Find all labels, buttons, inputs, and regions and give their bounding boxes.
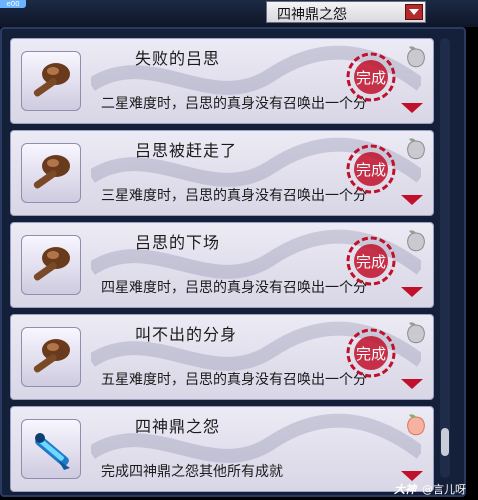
achievement-description: 五星难度时，吕思的真身没有召唤出一个分 bbox=[101, 372, 367, 388]
achievement-icon-frame bbox=[21, 51, 81, 111]
expand-arrow-icon[interactable] bbox=[401, 471, 423, 481]
blue-cannon-icon bbox=[35, 433, 70, 470]
stamp-text: 完成 bbox=[356, 69, 386, 87]
mallet-icon bbox=[33, 247, 70, 281]
achievement-icon-frame bbox=[21, 327, 81, 387]
category-dropdown[interactable]: 四神鼎之怨 bbox=[266, 1, 426, 23]
achievement-description: 四星难度时，吕思的真身没有召唤出一个分 bbox=[101, 280, 367, 296]
expand-arrow-icon[interactable] bbox=[401, 195, 423, 205]
achievement-description: 三星难度时，吕思的真身没有召唤出一个分 bbox=[101, 188, 367, 204]
watermark: 大神 @言儿呀 bbox=[394, 481, 466, 497]
expand-arrow-icon[interactable] bbox=[401, 379, 423, 389]
stamp-text: 完成 bbox=[356, 161, 386, 179]
gray-peach-icon bbox=[407, 138, 425, 160]
stamp-text: 完成 bbox=[356, 345, 386, 363]
gray-peach-icon bbox=[407, 322, 425, 344]
completed-stamp-icon: 完成 bbox=[346, 144, 396, 194]
achievement-card[interactable]: 失败的吕思 二星难度时，吕思的真身没有召唤出一个分 完成 bbox=[10, 38, 434, 124]
scrollbar[interactable] bbox=[440, 38, 450, 478]
achievement-title: 吕思被赶走了 bbox=[135, 141, 238, 160]
achievement-icon-frame bbox=[21, 235, 81, 295]
stamp-text: 完成 bbox=[356, 253, 386, 271]
gray-peach-icon bbox=[407, 230, 425, 252]
level-badge: e00 bbox=[0, 0, 26, 8]
mallet-icon bbox=[33, 63, 70, 97]
completed-stamp-icon: 完成 bbox=[346, 236, 396, 286]
watermark-brand: 大神 bbox=[394, 483, 416, 496]
achievement-title: 四神鼎之怨 bbox=[135, 417, 221, 436]
achievement-card[interactable]: 四神鼎之怨 完成四神鼎之怨其他所有成就 bbox=[10, 406, 434, 492]
completed-stamp-icon: 完成 bbox=[346, 52, 396, 102]
achievement-description: 完成四神鼎之怨其他所有成就 bbox=[101, 464, 283, 480]
achievement-card[interactable]: 叫不出的分身 五星难度时，吕思的真身没有召唤出一个分 完成 bbox=[10, 314, 434, 400]
scroll-thumb[interactable] bbox=[441, 428, 449, 456]
achievement-card[interactable]: 吕思被赶走了 三星难度时，吕思的真身没有召唤出一个分 完成 bbox=[10, 130, 434, 216]
watermark-user: @言儿呀 bbox=[422, 483, 466, 496]
achievement-title: 吕思的下场 bbox=[135, 233, 221, 252]
top-bar: e00 四神鼎之怨 bbox=[0, 0, 478, 27]
achievement-icon-frame bbox=[21, 419, 81, 479]
dropdown-selected-label: 四神鼎之怨 bbox=[277, 7, 347, 23]
mallet-icon bbox=[33, 155, 70, 189]
achievement-title: 叫不出的分身 bbox=[135, 325, 238, 344]
pink-peach-icon bbox=[407, 414, 425, 436]
achievement-icon-frame bbox=[21, 143, 81, 203]
gray-peach-icon bbox=[407, 46, 425, 68]
dropdown-arrow-icon[interactable] bbox=[405, 4, 423, 20]
expand-arrow-icon[interactable] bbox=[401, 287, 423, 297]
achievement-title: 失败的吕思 bbox=[135, 49, 221, 68]
achievement-card[interactable]: 吕思的下场 四星难度时，吕思的真身没有召唤出一个分 完成 bbox=[10, 222, 434, 308]
achievement-description: 二星难度时，吕思的真身没有召唤出一个分 bbox=[101, 96, 367, 112]
mallet-icon bbox=[33, 339, 70, 373]
completed-stamp-icon: 完成 bbox=[346, 328, 396, 378]
expand-arrow-icon[interactable] bbox=[401, 103, 423, 113]
